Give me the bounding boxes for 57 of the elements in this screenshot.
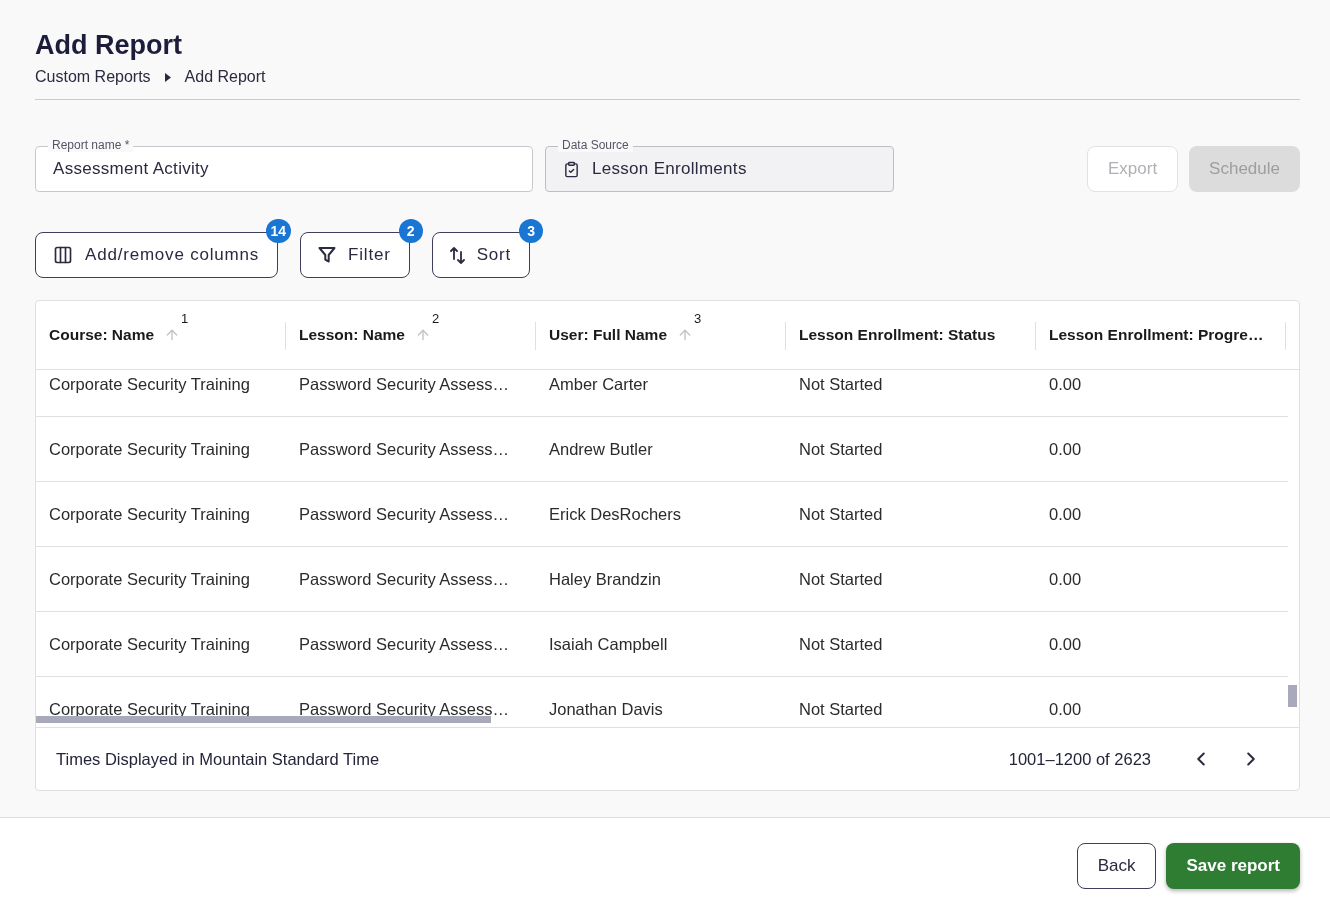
clipboard-check-icon: [563, 160, 580, 178]
table-cell-text: Password Security Assess…: [298, 634, 510, 654]
funnel-icon: [318, 246, 337, 264]
table-cell-text: Corporate Security Training: [48, 374, 251, 394]
page-range: 1001–1200 of 2623: [1008, 749, 1151, 769]
column-header[interactable]: User: Full Name: [549, 326, 667, 344]
table-cell-text: Not Started: [798, 374, 884, 394]
sort-rank: 3: [694, 312, 702, 326]
column-header[interactable]: Lesson Enrollment: Status: [799, 326, 996, 344]
column-header[interactable]: Lesson Enrollment: Progre…: [1049, 326, 1264, 344]
column-header[interactable]: Course: Name: [49, 326, 155, 344]
table-cell-text: Password Security Assess…: [298, 374, 510, 394]
sort-arrows-icon: [449, 245, 465, 265]
page-title: Add Report: [35, 29, 182, 61]
caret-right-icon: [164, 72, 171, 82]
table-cell-text: 0.00: [1048, 374, 1083, 394]
table-cell-text: 0.00: [1048, 634, 1083, 654]
table-cell-text: Password Security Assess…: [298, 439, 510, 459]
timezone-note: Times Displayed in Mountain Standard Time: [56, 749, 380, 769]
table-cell-text: Password Security Assess…: [298, 569, 510, 589]
table-cell-text: Erick DesRochers: [548, 504, 683, 524]
table-cell-text: 0.00: [1048, 439, 1083, 459]
table-cell-text: Corporate Security Training: [48, 439, 251, 459]
count-badge: 14: [265, 219, 292, 243]
table-cell-text: Isaiah Campbell: [548, 634, 669, 654]
table-cell-text: Not Started: [798, 634, 884, 654]
table-cell-text: Password Security Assess…: [298, 699, 510, 719]
table-cell-text: Haley Brandzin: [548, 569, 662, 589]
table-cell-text: Corporate Security Training: [48, 699, 251, 719]
table-cell-text: Not Started: [798, 699, 884, 719]
count-badge: 2: [398, 219, 423, 243]
table-cell-text: Andrew Butler: [548, 439, 654, 459]
table-cell-text: Corporate Security Training: [48, 634, 251, 654]
table-cell-text: Not Started: [798, 439, 884, 459]
sort-rank: 2: [431, 312, 440, 326]
table-cell-text: Amber Carter: [548, 374, 650, 394]
back-button[interactable]: Back: [1076, 843, 1157, 889]
current-page-text: Add Report: [184, 67, 266, 87]
table-cell-text: Password Security Assess…: [298, 504, 510, 524]
table-cell-text: 0.00: [1048, 569, 1083, 589]
column-header[interactable]: Lesson: Name: [299, 326, 405, 344]
table-cell-text: Jonathan Davis: [548, 699, 664, 719]
breadcrumb-link[interactable]: Custom Reports: [35, 67, 151, 87]
sort-rank: 1: [181, 312, 189, 326]
table-cell-text: Not Started: [798, 504, 884, 524]
table-cell-text: Corporate Security Training: [48, 504, 251, 524]
table-cell-text: Corporate Security Training: [48, 569, 251, 589]
field-label: Report name *: [48, 138, 134, 152]
table-cell-text: 0.00: [1048, 504, 1083, 524]
columns-icon: [53, 245, 73, 265]
table-cell-text: Not Started: [798, 569, 884, 589]
table-cell-text: 0.00: [1048, 699, 1083, 719]
field-label: Data Source: [558, 138, 633, 152]
horizontal-scrollbar-thumb[interactable]: [36, 716, 491, 723]
vertical-scrollbar-thumb[interactable]: [1288, 685, 1297, 707]
save-button[interactable]: Save report: [1166, 843, 1300, 889]
count-badge: 3: [519, 219, 544, 243]
